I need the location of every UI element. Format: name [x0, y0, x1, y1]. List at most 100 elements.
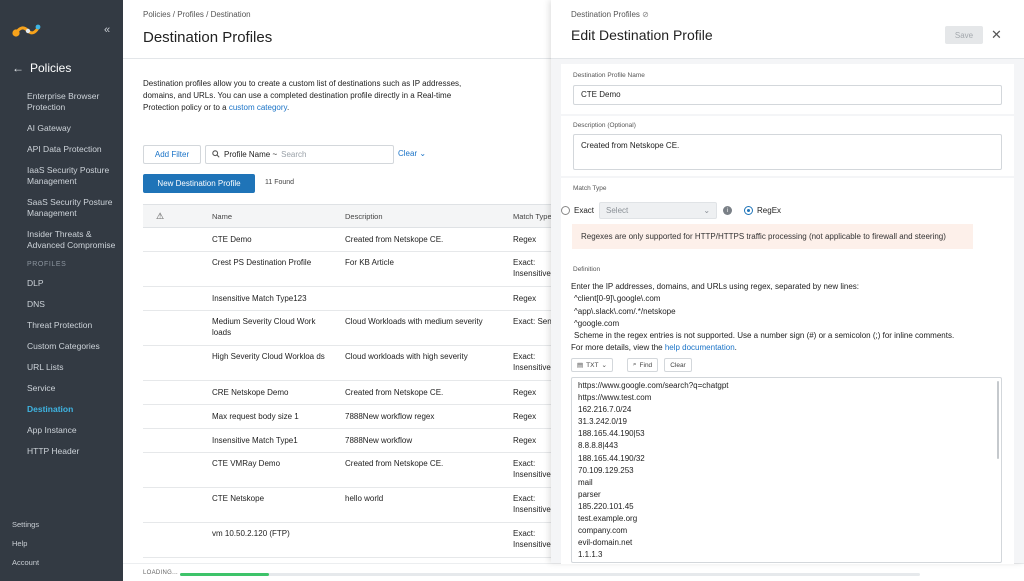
more-details-text: For more details, view the	[571, 343, 665, 353]
description-input[interactable]: Created from Netskope CE.	[573, 134, 1002, 170]
edit-panel: Destination Profiles ⊘ Edit Destination …	[551, 0, 1024, 564]
row-description: Cloud Workloads with medium severity	[345, 317, 483, 326]
row-match-type: Exact: Insensitive	[513, 258, 551, 278]
sidebar-item-api-data-protection[interactable]: API Data Protection	[27, 144, 119, 155]
sidebar-title: Policies	[30, 61, 72, 75]
row-name[interactable]: Insensitive Match Type1	[212, 435, 330, 446]
table-row[interactable]: Crest PS Destination Profile For KB Arti…	[143, 252, 551, 287]
editor-scrollbar[interactable]	[997, 381, 999, 459]
more-details-end: .	[734, 343, 737, 353]
regex-radio[interactable]	[744, 206, 754, 215]
table-row[interactable]: CTE Demo Created from Netskope CE. Regex	[143, 228, 551, 252]
editor-line: parser	[578, 489, 601, 499]
row-name[interactable]: Insensitive Match Type123	[212, 293, 330, 304]
table-row[interactable]: Insensitive Match Type123 Regex	[143, 287, 551, 311]
txt-dropdown[interactable]: ▤ TXT ⌄	[571, 358, 613, 372]
editor-line: https://www.test.com	[578, 393, 652, 403]
close-icon[interactable]: ✕	[991, 27, 1002, 43]
netskope-logo[interactable]	[11, 22, 43, 40]
sidebar-item-insider-threats[interactable]: Insider Threats & Advanced Compromise	[27, 229, 119, 251]
table-row[interactable]: CRE Netskope Demo Created from Netskope …	[143, 381, 551, 405]
table-row[interactable]: Max request body size 1 7888New workflow…	[143, 405, 551, 429]
sidebar-item-threat-protection[interactable]: Threat Protection	[27, 320, 119, 331]
row-name[interactable]: Max request body size 1	[212, 411, 330, 422]
sidebar-item-saas-security[interactable]: SaaS Security Posture Management	[27, 197, 119, 219]
sidebar-item-app-instance[interactable]: App Instance	[27, 425, 119, 436]
sidebar-item-destination[interactable]: Destination	[27, 404, 119, 415]
table-row[interactable]: CTE VMRay Demo Created from Netskope CE.…	[143, 453, 551, 488]
table-row[interactable]: Insensitive Match Type1 7888New workflow…	[143, 429, 551, 453]
sidebar-account[interactable]: Account	[12, 558, 39, 567]
clear-filter-button[interactable]: Clear ⌄	[398, 149, 426, 158]
row-name[interactable]: CTE VMRay Demo	[212, 458, 330, 469]
find-button[interactable]: ⌕ Find	[626, 358, 659, 372]
row-match-type: Exact: Insensitive	[513, 494, 551, 514]
table-row[interactable]: CTE Netskope hello world Exact: Insensit…	[143, 488, 551, 523]
description-card: Description (Optional) Created from Nets…	[561, 116, 1014, 176]
new-destination-profile-button[interactable]: New Destination Profile	[143, 174, 255, 193]
editor-line: company.com	[578, 526, 628, 536]
column-description[interactable]: Description	[345, 211, 505, 222]
row-name[interactable]: Medium Severity Cloud Work loads	[212, 316, 330, 338]
row-name[interactable]: CRE Netskope Demo	[212, 387, 330, 398]
row-description: 7888New workflow regex	[345, 412, 435, 421]
select-value: Select	[606, 206, 629, 215]
exact-radio[interactable]	[561, 206, 570, 215]
sidebar-settings[interactable]: Settings	[12, 520, 39, 529]
save-button[interactable]: Save	[945, 26, 983, 44]
clear-button[interactable]: Clear	[664, 358, 692, 372]
profile-name-input[interactable]: CTE Demo	[573, 85, 1002, 105]
match-type-label: Match Type	[573, 185, 607, 192]
profiles-table: ⚠ Name Description Match Type CTE Demo C…	[143, 204, 553, 558]
row-description: Cloud workloads with high severity	[345, 352, 468, 361]
page-title: Destination Profiles	[143, 29, 273, 46]
sidebar-item-http-header[interactable]: HTTP Header	[27, 446, 119, 457]
match-type-radios: Exact Select ⌄ i RegEx	[561, 202, 781, 219]
exact-type-select[interactable]: Select ⌄	[599, 202, 718, 219]
row-description: Created from Netskope CE.	[345, 388, 444, 397]
column-match-type[interactable]: Match Type	[513, 211, 553, 222]
breadcrumb[interactable]: Policies / Profiles / Destination	[143, 10, 251, 19]
row-match-type: Regex	[513, 436, 537, 445]
collapse-sidebar-icon[interactable]: «	[104, 24, 110, 36]
sidebar-item-dlp[interactable]: DLP	[27, 278, 119, 289]
chevron-down-icon: ⌄	[419, 149, 427, 158]
row-name[interactable]: CTE Netskope	[212, 493, 330, 504]
exact-label[interactable]: Exact	[574, 206, 594, 215]
divider	[123, 58, 551, 59]
regex-label[interactable]: RegEx	[757, 206, 781, 215]
sidebar-item-service[interactable]: Service	[27, 383, 119, 394]
info-icon[interactable]: i	[723, 206, 733, 215]
filter-search-input[interactable]: Search	[281, 150, 306, 159]
row-name[interactable]: High Severity Cloud Workloa ds	[212, 351, 330, 362]
table-row[interactable]: High Severity Cloud Workloa ds Cloud wor…	[143, 346, 551, 381]
profile-name-filter[interactable]: Profile Name ~ Search	[205, 145, 394, 164]
panel-breadcrumb[interactable]: Destination Profiles ⊘	[571, 10, 649, 19]
row-name[interactable]: vm 10.50.2.120 (FTP)	[212, 528, 330, 539]
definition-editor[interactable]: https://www.google.com/search?q=chatgpt h…	[571, 377, 1002, 563]
editor-line: 1.1.1.3	[578, 550, 603, 560]
table-row[interactable]: Medium Severity Cloud Work loads Cloud W…	[143, 311, 553, 346]
progress-fill	[180, 573, 269, 576]
sidebar-item-ai-gateway[interactable]: AI Gateway	[27, 123, 119, 134]
editor-lines: https://www.google.com/search?q=chatgpt h…	[572, 378, 1001, 561]
custom-category-link[interactable]: custom category	[229, 103, 287, 112]
sidebar-item-dns[interactable]: DNS	[27, 299, 119, 310]
sidebar-help[interactable]: Help	[12, 539, 39, 548]
table-row[interactable]: vm 10.50.2.120 (FTP) Exact: Insensitive	[143, 523, 551, 558]
sidebar-item-custom-categories[interactable]: Custom Categories	[27, 341, 119, 352]
more-details: For more details, view the help document…	[571, 342, 1001, 354]
sidebar-item-url-lists[interactable]: URL Lists	[27, 362, 119, 373]
editor-line: 188.165.44.190|53	[578, 429, 645, 439]
back-to-policies[interactable]: ← Policies	[12, 61, 71, 75]
sidebar-item-iaas-security[interactable]: IaaS Security Posture Management	[27, 165, 119, 187]
sidebar-item-enterprise-browser[interactable]: Enterprise Browser Protection	[27, 91, 119, 113]
find-label: Find	[639, 361, 653, 369]
row-name[interactable]: CTE Demo	[212, 234, 330, 245]
help-documentation-link[interactable]: help documentation	[665, 343, 735, 352]
editor-line: evil-domain.net	[578, 538, 633, 548]
add-filter-button[interactable]: Add Filter	[143, 145, 201, 164]
column-name[interactable]: Name	[212, 211, 330, 222]
editor-line: 185.220.101.45	[578, 501, 634, 511]
row-name[interactable]: Crest PS Destination Profile	[212, 257, 330, 268]
